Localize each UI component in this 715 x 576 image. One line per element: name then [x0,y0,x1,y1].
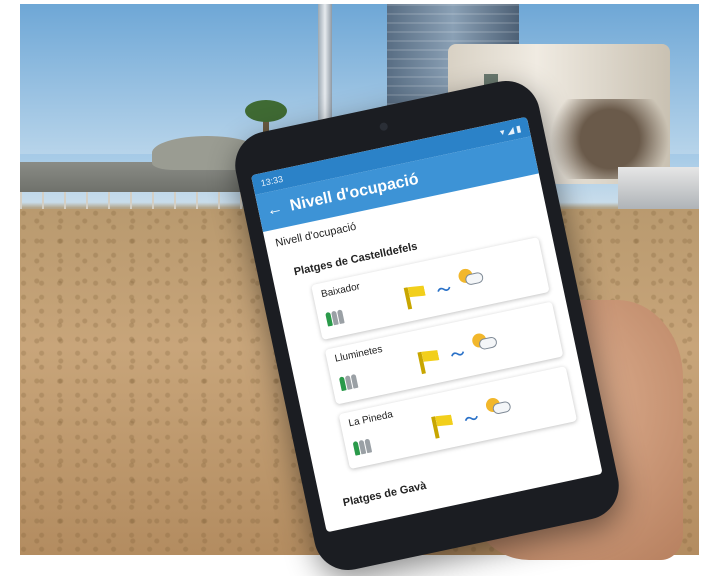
wave-icon: 〜 [449,344,467,364]
yellow-flag-icon [417,351,426,375]
app-screen: 13:33 ▾ ◢ ▮ ← Nivell d'ocupació Nivell d… [250,116,603,533]
beach-name: Baixador [320,281,362,301]
yellow-flag-icon [431,416,440,439]
back-arrow-icon[interactable]: ← [265,200,284,221]
cloud-icon [464,271,485,286]
wave-icon: 〜 [435,280,453,299]
beach-name: Lluminetes [333,343,384,365]
lamp-pole [318,4,332,134]
cloud-icon [491,400,512,416]
status-icons: ▾ ◢ ▮ [498,122,522,137]
status-time: 13:33 [259,173,284,189]
occupancy-people-icon [338,373,359,392]
beach-name: La Pineda [347,409,394,430]
cloud-icon [478,335,498,351]
occupancy-people-icon [325,309,345,327]
front-camera [378,121,389,132]
yellow-flag-icon [403,287,413,310]
wave-icon: 〜 [462,409,480,429]
occupancy-people-icon [352,438,373,456]
